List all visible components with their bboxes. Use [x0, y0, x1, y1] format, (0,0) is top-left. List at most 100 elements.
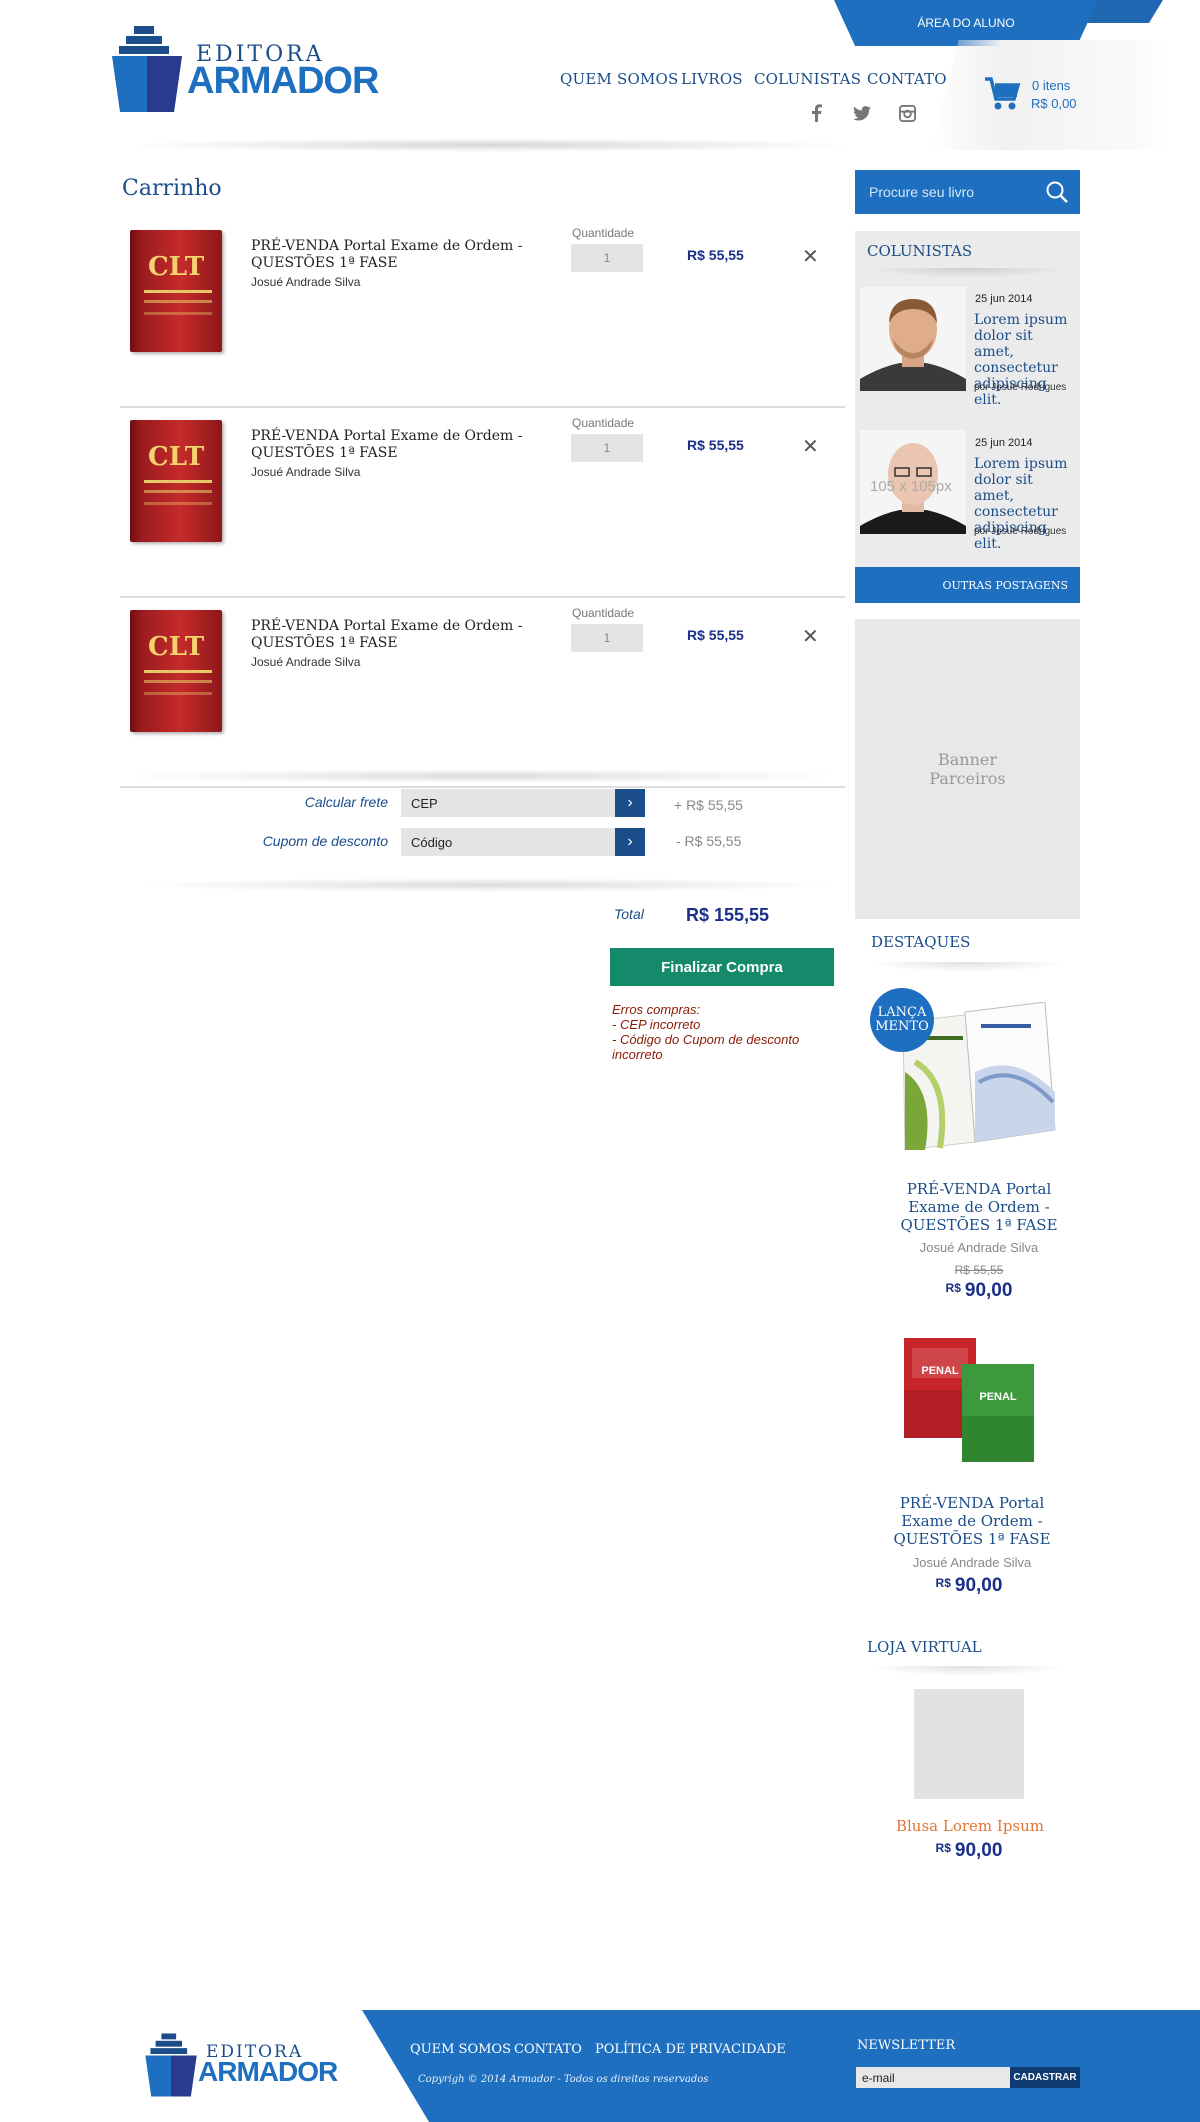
divider [120, 786, 845, 788]
qty-label: Quantidade [572, 226, 635, 240]
lancamento-badge: LANÇA MENTO [870, 988, 934, 1052]
post-date: 25 jun 2014 [975, 437, 1033, 449]
product-title[interactable]: PRÉ-VENDA Portal Exame de Ordem - QUESTÕ… [889, 1180, 1069, 1234]
header-shadow [120, 138, 860, 152]
calculate-frete-button[interactable]: › [615, 789, 645, 817]
loja-product-title[interactable]: Blusa Lorem Ipsum [860, 1817, 1080, 1835]
photo-placeholder-text: 105 x 105px [870, 478, 952, 495]
error-messages: Erros compras: - CEP incorreto - Código … [612, 1002, 842, 1062]
currency: R$ [945, 1281, 961, 1295]
coupon-input[interactable]: Código [401, 828, 619, 856]
chevron-right-icon: › [627, 794, 633, 811]
loja-product-image[interactable] [914, 1689, 1024, 1799]
cart-items-count: 0 itens [1032, 78, 1071, 93]
area-tab-decoration [1085, 0, 1163, 23]
book-cover: CLT [130, 420, 222, 542]
cupom-label: Cupom de desconto [262, 833, 388, 849]
twitter-icon[interactable] [850, 101, 874, 125]
avatar[interactable] [860, 287, 966, 391]
post-title[interactable]: Lorem ipsum dolor sit amet, consectetur … [974, 456, 1074, 552]
product-old-price: R$ 55,55 [954, 1263, 1004, 1277]
total-value: R$ 155,55 [686, 905, 770, 925]
post-title[interactable]: Lorem ipsum dolor sit amet, consectetur … [974, 312, 1074, 408]
area-aluno-link[interactable]: ÁREA DO ALUNO [834, 0, 1098, 46]
frete-label: Calcular frete [304, 794, 388, 810]
destaques-title: DESTAQUES [871, 933, 971, 951]
qty-input[interactable]: 1 [571, 624, 643, 652]
footer-link-contato[interactable]: CONTATO [514, 2042, 582, 2057]
loja-virtual-title: LOJA VIRTUAL [867, 1638, 982, 1656]
copyright: Copyrigh © 2014 Armador - Todos os direi… [418, 2074, 709, 2085]
footer-logo-armador: ARMADOR [198, 2056, 338, 2087]
logo[interactable]: EDITORA ARMADOR [112, 24, 379, 114]
product-title[interactable]: PRÉ-VENDA Portal Exame de Ordem - QUESTÕ… [882, 1494, 1062, 1548]
cart-total-price: R$ 0,00 [1031, 96, 1077, 111]
divider [865, 962, 1070, 972]
svg-text:PENAL: PENAL [921, 1365, 959, 1377]
footer-link-privacidade[interactable]: POLÍTICA DE PRIVACIDADE [595, 2042, 786, 2057]
qty-input[interactable]: 1 [571, 244, 643, 272]
banner-text: Parceiros [929, 769, 1006, 788]
search-icon[interactable] [1045, 180, 1069, 209]
book-cover-title: CLT [148, 442, 205, 472]
cart-shadow [120, 769, 845, 783]
svg-text:PENAL: PENAL [979, 1391, 1017, 1403]
item-author: Josué Andrade Silva [251, 465, 361, 479]
nav-contato[interactable]: CONTATO [867, 70, 947, 88]
banner-parceiros[interactable]: Banner Parceiros [855, 619, 1080, 919]
footer-bar [362, 2010, 1200, 2122]
divider [865, 268, 1070, 278]
banner-text: Banner [937, 750, 998, 769]
item-name[interactable]: PRÉ-VENDA Portal Exame de Ordem - QUESTÕ… [251, 428, 551, 462]
cart-item: CLT PRÉ-VENDA Portal Exame de Ordem - QU… [120, 218, 845, 408]
remove-item-icon[interactable]: ✕ [802, 244, 819, 269]
post-author: por Josué Rodrigues [974, 382, 1067, 393]
footer-link-quem-somos[interactable]: QUEM SOMOS [410, 2042, 511, 2057]
total-label: Total [614, 906, 644, 922]
product-price: R$ 90,00 [889, 1280, 1069, 1302]
coupon-value: - R$ 55,55 [676, 833, 742, 849]
colunistas-title: COLUNISTAS [867, 242, 973, 260]
instagram-icon[interactable] [895, 101, 919, 125]
logo-armador: ARMADOR [187, 60, 379, 102]
remove-item-icon[interactable]: ✕ [802, 434, 819, 459]
item-price: R$ 55,55 [687, 627, 744, 643]
product-author: Josué Andrade Silva [919, 1240, 1039, 1255]
subscribe-button[interactable]: CADASTRAR [1010, 2067, 1080, 2088]
divider [865, 1666, 1070, 1676]
frete-value: + R$ 55,55 [674, 797, 743, 813]
book-cover-title: CLT [148, 252, 205, 282]
product-price: R$ 90,00 [879, 1575, 1059, 1597]
item-name[interactable]: PRÉ-VENDA Portal Exame de Ordem - QUESTÕ… [251, 618, 551, 652]
ship-logo-icon [112, 26, 182, 112]
currency: R$ [935, 1841, 951, 1855]
nav-colunistas[interactable]: COLUNISTAS [754, 70, 861, 88]
loja-product-price: R$ 90,00 [879, 1840, 1059, 1862]
outras-postagens-button[interactable]: OUTRAS POSTAGENS [855, 567, 1080, 603]
remove-item-icon[interactable]: ✕ [802, 624, 819, 649]
item-author: Josué Andrade Silva [251, 655, 361, 669]
item-author: Josué Andrade Silva [251, 275, 361, 289]
cart-item: CLT PRÉ-VENDA Portal Exame de Ordem - QU… [120, 408, 845, 598]
email-input[interactable]: e-mail [856, 2067, 1010, 2088]
nav-quem-somos[interactable]: QUEM SOMOS [560, 70, 679, 88]
post-author: por Josué Rodrigues [974, 526, 1067, 537]
item-price: R$ 55,55 [687, 247, 744, 263]
apply-coupon-button[interactable]: › [615, 828, 645, 856]
checkout-button[interactable]: Finalizar Compra [610, 948, 834, 986]
chevron-right-icon: › [627, 833, 633, 850]
cart-icon[interactable] [985, 77, 1021, 116]
product-author: Josué Andrade Silva [912, 1555, 1032, 1570]
summary-shadow [130, 878, 845, 892]
product-image[interactable]: PENAL PENAL [904, 1338, 1034, 1462]
cep-input[interactable]: CEP [401, 789, 619, 817]
error-line: - CEP incorreto [612, 1017, 701, 1032]
facebook-icon[interactable] [804, 101, 828, 125]
nav-livros[interactable]: LIVROS [681, 70, 743, 88]
ship-logo-icon [145, 2033, 197, 2097]
qty-input[interactable]: 1 [571, 434, 643, 462]
qty-label: Quantidade [572, 416, 635, 430]
item-name[interactable]: PRÉ-VENDA Portal Exame de Ordem - QUESTÕ… [251, 238, 551, 272]
cart-summary-area [930, 40, 1170, 150]
error-title: Erros compras: [612, 1002, 701, 1017]
